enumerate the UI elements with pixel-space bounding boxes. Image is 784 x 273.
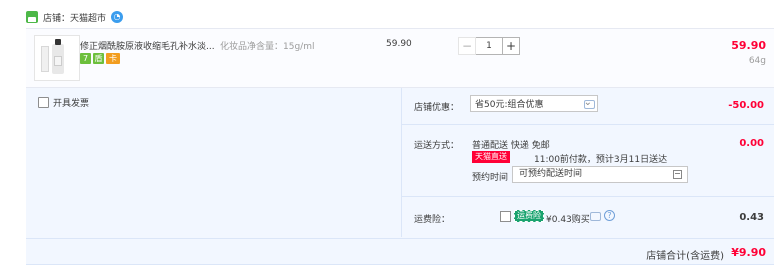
calendar-icon[interactable] bbox=[673, 170, 682, 179]
insurance-info-icon[interactable] bbox=[590, 212, 601, 221]
shop-total-row: 店铺合计(含运费) ¥9.90 bbox=[26, 238, 774, 265]
section-divider bbox=[402, 196, 774, 197]
panel-divider bbox=[401, 88, 402, 237]
shipping-label: 运送方式： bbox=[414, 141, 460, 151]
delivery-promise: 11:00前付款，预计3月11日送达 bbox=[534, 155, 668, 165]
discount-select[interactable]: 省50元:组合优惠 ⌄ bbox=[470, 95, 598, 112]
discount-label: 店铺优惠： bbox=[414, 103, 460, 113]
insurance-tag: 运费险 bbox=[514, 210, 544, 222]
credit-card-icon[interactable]: 卡 bbox=[106, 53, 120, 64]
product-sku: 化妆品净含量：15g/ml bbox=[220, 42, 315, 52]
seven-day-return-icon[interactable]: 7 bbox=[80, 53, 91, 64]
decrease-quantity-button[interactable]: − bbox=[458, 37, 476, 55]
insurance-checkbox[interactable] bbox=[500, 211, 511, 222]
chat-seller-icon[interactable]: ◔ bbox=[111, 11, 124, 23]
shop-name-link[interactable]: 天猫超市 bbox=[70, 11, 106, 24]
tmall-direct-icon: 天猫直送 bbox=[472, 151, 510, 163]
product-bottle-graphic bbox=[52, 39, 64, 74]
discount-info-icon[interactable] bbox=[584, 100, 595, 109]
reserve-time-field[interactable]: 可预约配送时间 bbox=[512, 166, 688, 183]
product-thumbnail[interactable] bbox=[34, 35, 80, 81]
reserve-time-label: 预约时间 bbox=[472, 173, 509, 183]
item-weight: 64g bbox=[748, 56, 766, 66]
guarantee-icon[interactable]: 盾 bbox=[93, 53, 104, 64]
quantity-stepper: − + bbox=[458, 37, 520, 55]
product-box-graphic bbox=[41, 46, 49, 72]
increase-quantity-button[interactable]: + bbox=[502, 37, 520, 55]
shipping-method: 普通配送 快递 免邮 bbox=[472, 141, 550, 151]
shipping-amount: 0.00 bbox=[739, 138, 764, 149]
insurance-label: 运费险： bbox=[414, 215, 451, 225]
insurance-amount: 0.43 bbox=[739, 212, 764, 223]
shop-icon bbox=[26, 11, 38, 23]
service-badges: 7 盾 卡 bbox=[80, 53, 120, 64]
shop-label: 店铺： bbox=[43, 13, 71, 24]
invoice-option[interactable]: 开具发票 bbox=[38, 96, 89, 109]
product-title-link[interactable]: 修正烟酰胺原液收缩毛孔补水淡... bbox=[80, 39, 220, 52]
quantity-input[interactable] bbox=[476, 37, 502, 55]
shop-total-label: 店铺合计(含运费) bbox=[646, 251, 724, 262]
unit-price: 59.90 bbox=[386, 39, 412, 49]
invoice-checkbox[interactable] bbox=[38, 97, 49, 108]
section-divider bbox=[402, 124, 774, 125]
shop-total-value: ¥9.90 bbox=[731, 246, 766, 259]
item-subtotal: 59.90 bbox=[731, 39, 766, 52]
help-icon[interactable]: ? bbox=[604, 210, 615, 221]
shop-header: 店铺： 天猫超市 ◔ bbox=[26, 9, 124, 25]
discount-amount: -50.00 bbox=[728, 100, 764, 111]
reserve-time-placeholder: 可预约配送时间 bbox=[519, 169, 583, 179]
insurance-price-text: ¥0.43购买 bbox=[546, 215, 590, 225]
discount-selected-value: 省50元:组合优惠 bbox=[475, 100, 544, 110]
cart-item-row: 修正烟酰胺原液收缩毛孔补水淡... 7 盾 卡 化妆品净含量：15g/ml 59… bbox=[26, 28, 774, 88]
invoice-label: 开具发票 bbox=[53, 99, 90, 109]
